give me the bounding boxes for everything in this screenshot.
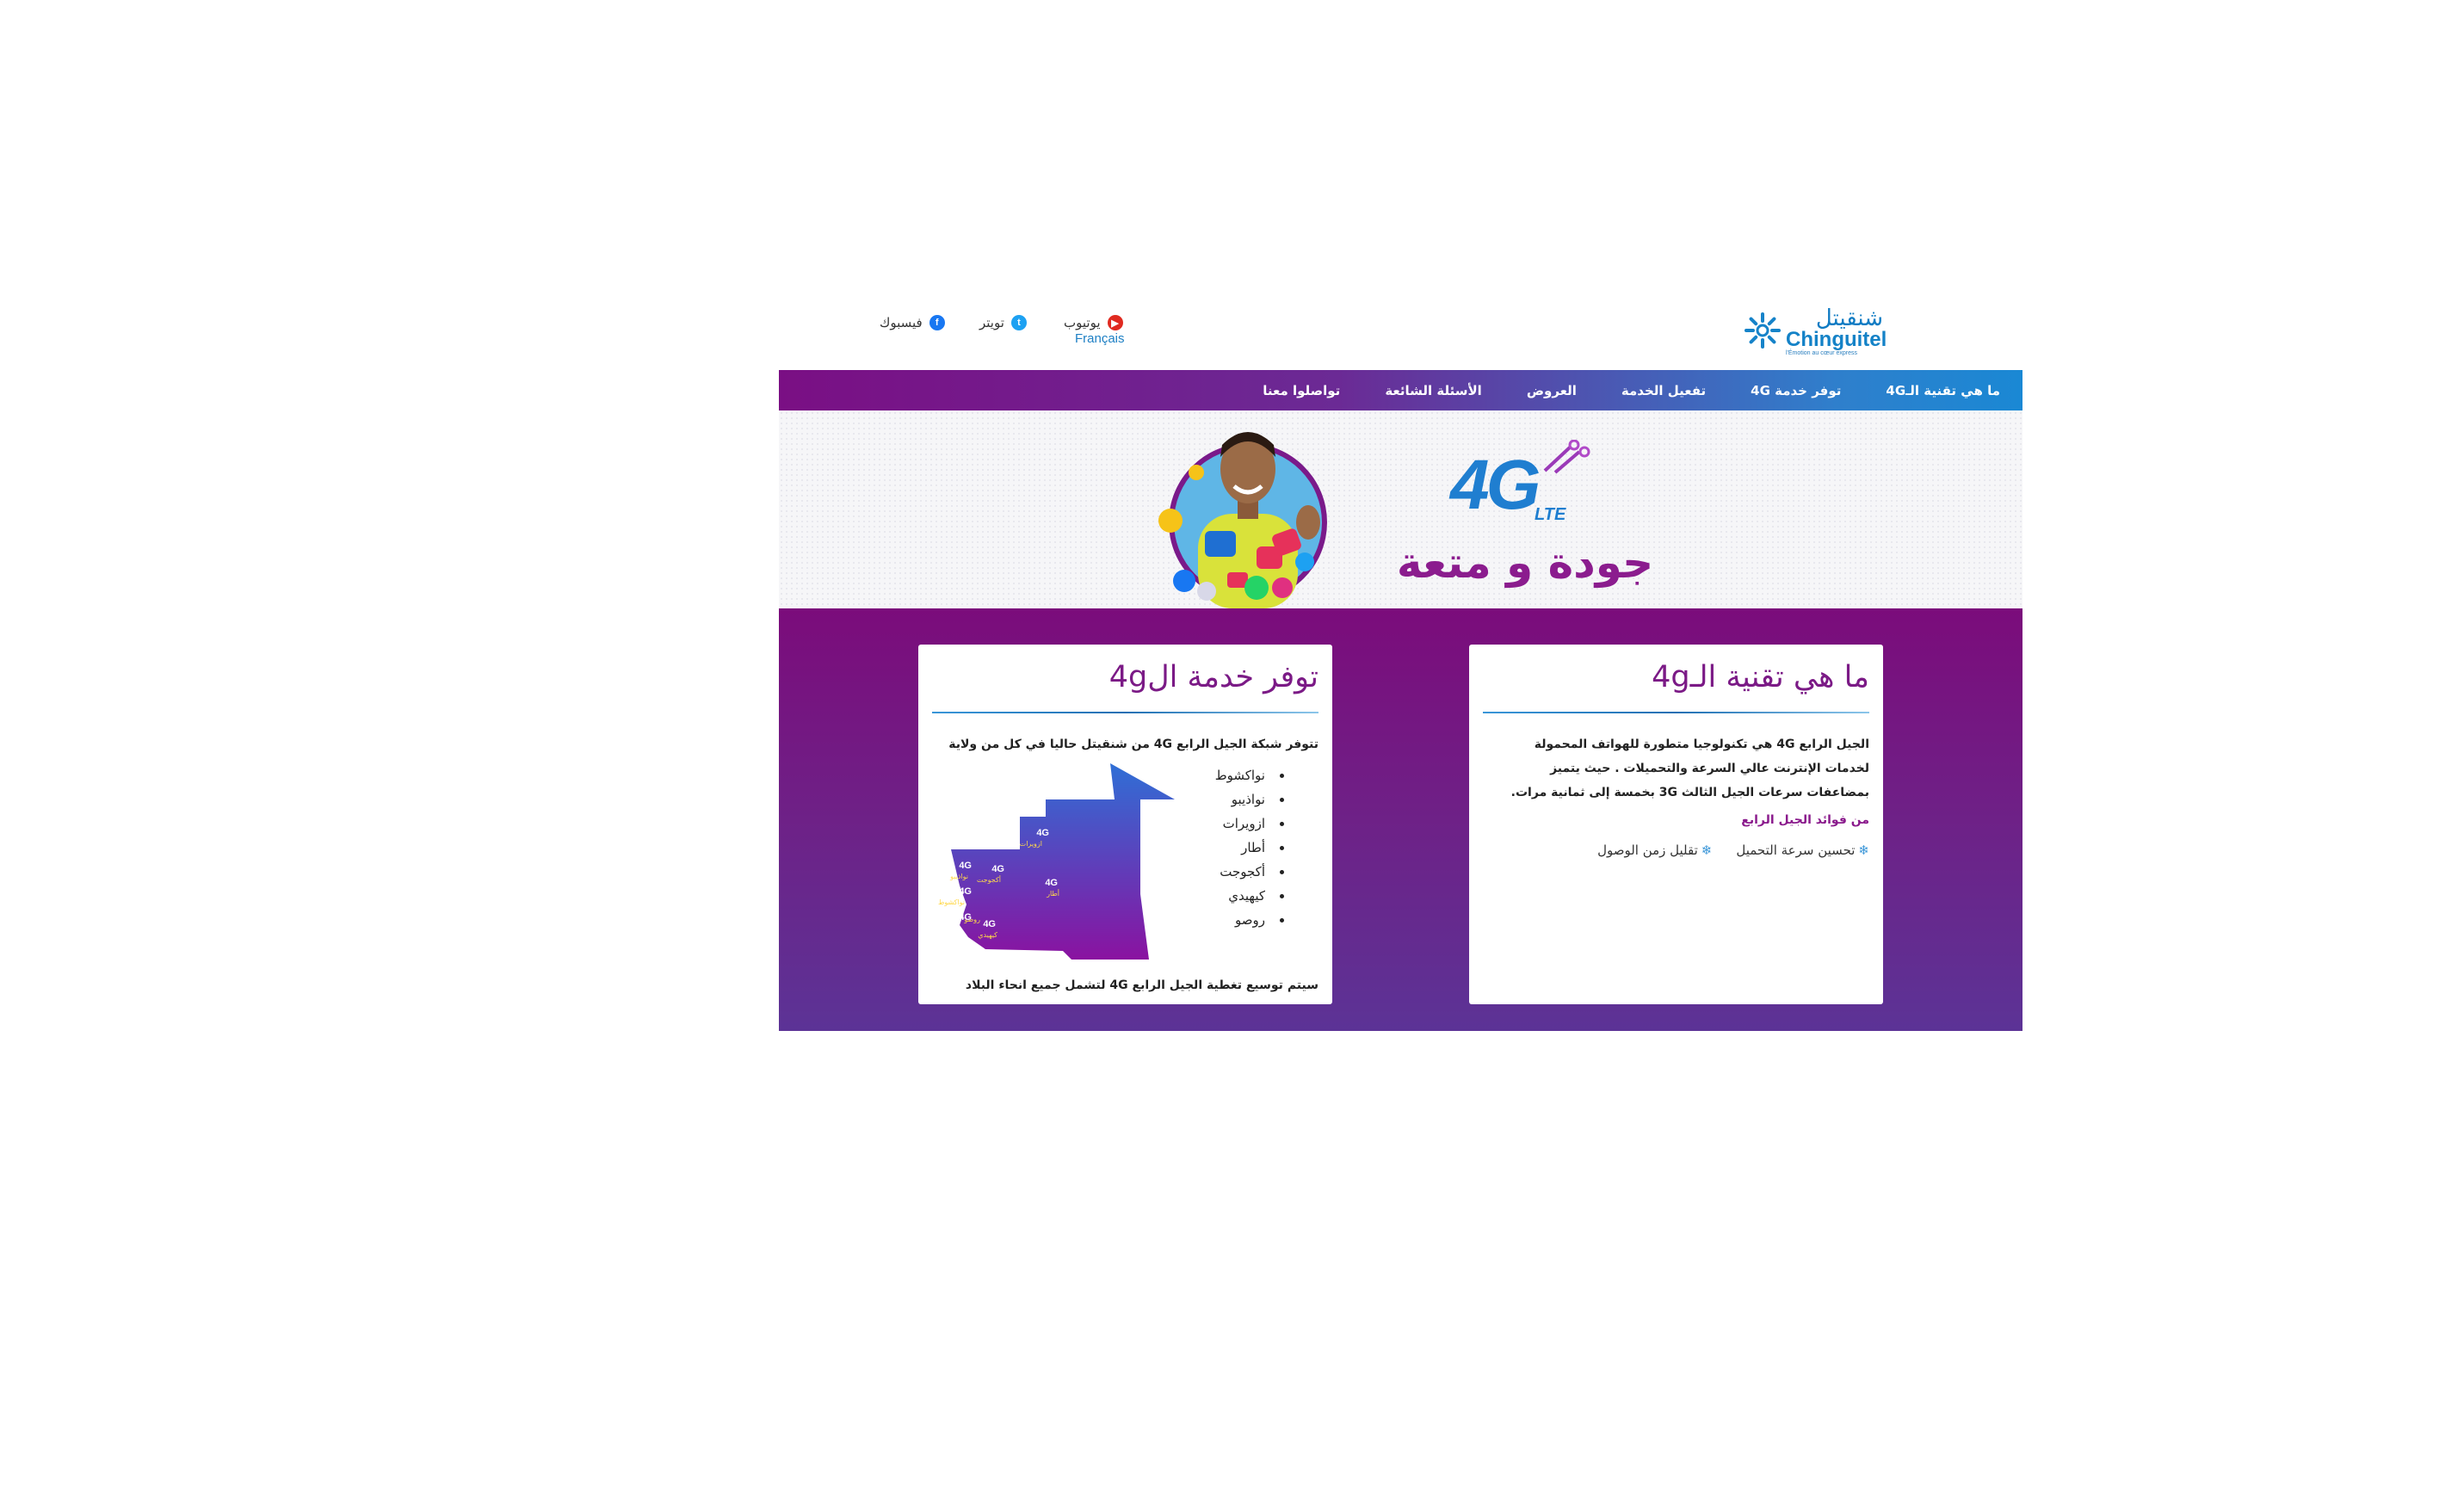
coverage-intro: تتوفر شبكة الجيل الرابع 4G من شنقيتل حال… bbox=[948, 737, 1318, 751]
hero-person-illustration bbox=[1158, 432, 1327, 608]
benefit-label: تحسين سرعة التحميل bbox=[1736, 842, 1856, 858]
hero-lte-text: LTE bbox=[1535, 505, 1566, 524]
hero-4g-text: 4G bbox=[1450, 446, 1541, 524]
brand-tagline: l'Émotion au cœur express bbox=[1786, 350, 1858, 356]
map-city-label: روصو bbox=[963, 916, 980, 923]
map-badge: 4G bbox=[959, 861, 972, 871]
mauritania-coverage-map: 4G 4G 4G 4G 4G 4G 4G ازويرات أطار نواذيب… bbox=[938, 763, 1175, 960]
benefit-item: ❄تقليل زمن الوصول bbox=[1597, 842, 1712, 858]
map-city-label: أكجوجت bbox=[977, 875, 1001, 884]
card-what-is-4g: ما هي تقنية الـ4g الجيل الرابع 4G هي تكن… bbox=[1469, 645, 1883, 1004]
snowflake-icon: ❄ bbox=[1858, 842, 1869, 858]
nav-item-offers[interactable]: العروض bbox=[1504, 383, 1599, 398]
map-badge: 4G bbox=[1045, 878, 1058, 888]
nav-item-coverage[interactable]: توفر خدمة 4G bbox=[1728, 383, 1863, 398]
social-link-twitter[interactable]: t تويتر bbox=[979, 313, 1027, 332]
benefits-list: ❄تحسين سرعة التحميل ❄تقليل زمن الوصول bbox=[1483, 842, 1869, 858]
main-nav: ما هي تقنية الـ4G توفر خدمة 4G تفعيل الخ… bbox=[779, 370, 2022, 410]
card-coverage: توفر خدمة ال4g تتوفر شبكة الجيل الرابع 4… bbox=[918, 645, 1332, 1004]
map-city-label: نواذيبو bbox=[949, 873, 968, 880]
social-label: فيسبوك bbox=[880, 315, 923, 330]
map-badge: 4G bbox=[983, 919, 996, 929]
card-text-line: الجيل الرابع 4G هي تكنولوجيا متطورة للهو… bbox=[1534, 737, 1869, 751]
facebook-icon: f bbox=[929, 315, 945, 330]
social-link-youtube[interactable]: ▶ يوتيوب bbox=[1064, 313, 1123, 332]
map-city-label: نواكشوط bbox=[938, 898, 965, 906]
title-divider bbox=[1483, 712, 1869, 713]
nav-item-faq[interactable]: الأسئلة الشائعة bbox=[1362, 383, 1504, 398]
youtube-icon: ▶ bbox=[1107, 315, 1123, 330]
brand-name-en: Chinguitel bbox=[1786, 328, 1887, 351]
card-text-line: بمضاعفات سرعات الجيل الثالث 3G بخمسة إلى… bbox=[1510, 786, 1869, 799]
nav-item-activation[interactable]: تفعيل الخدمة bbox=[1599, 383, 1728, 398]
card-title: توفر خدمة ال4g bbox=[1108, 660, 1318, 694]
language-switch-link[interactable]: Français bbox=[1075, 331, 1125, 346]
nav-item-what-is-4g[interactable]: ما هي تقنية الـ4G bbox=[1863, 383, 2022, 398]
signal-dots-icon bbox=[1543, 440, 1590, 474]
map-city-label: كيهيدي bbox=[978, 931, 997, 939]
chinguitel-logo[interactable]: شنقيتل Chinguitel l'Émotion au cœur expr… bbox=[1743, 305, 1893, 357]
snowflake-icon: ❄ bbox=[1701, 842, 1713, 858]
social-label: يوتيوب bbox=[1064, 315, 1101, 330]
hero-banner: 4G LTE جودة و متعة bbox=[779, 410, 2022, 608]
social-link-facebook[interactable]: f فيسبوك bbox=[880, 313, 945, 332]
nav-item-contact[interactable]: تواصلوا معنا bbox=[1240, 383, 1362, 398]
benefits-title: من فوائد الجيل الرابع bbox=[1741, 813, 1869, 827]
card-text-line: لخدمات الإنترنت عالي السرعة والتحميلات .… bbox=[1550, 762, 1869, 775]
social-label: تويتر bbox=[979, 315, 1004, 330]
map-badge: 4G bbox=[1036, 828, 1049, 838]
map-city-label: أطار bbox=[1046, 889, 1059, 898]
hero-slogan: جودة و متعة bbox=[1396, 538, 1654, 588]
map-badge: 4G bbox=[991, 864, 1004, 874]
benefit-item: ❄تحسين سرعة التحميل bbox=[1736, 842, 1869, 858]
coverage-footer-note: سيتم توسيع تغطية الجيل الرابع 4G لتشمل ج… bbox=[965, 978, 1318, 992]
hero-4g-badge: 4G LTE bbox=[1442, 440, 1614, 524]
map-city-label: ازويرات bbox=[1020, 840, 1042, 848]
map-badge: 4G bbox=[959, 886, 972, 897]
twitter-icon: t bbox=[1010, 315, 1027, 330]
benefit-label: تقليل زمن الوصول bbox=[1597, 842, 1698, 858]
title-divider bbox=[932, 712, 1318, 713]
chinguitel-star-icon bbox=[1745, 312, 1781, 349]
card-title: ما هي تقنية الـ4g bbox=[1652, 660, 1869, 694]
info-section: ما هي تقنية الـ4g الجيل الرابع 4G هي تكن… bbox=[779, 608, 2022, 1031]
